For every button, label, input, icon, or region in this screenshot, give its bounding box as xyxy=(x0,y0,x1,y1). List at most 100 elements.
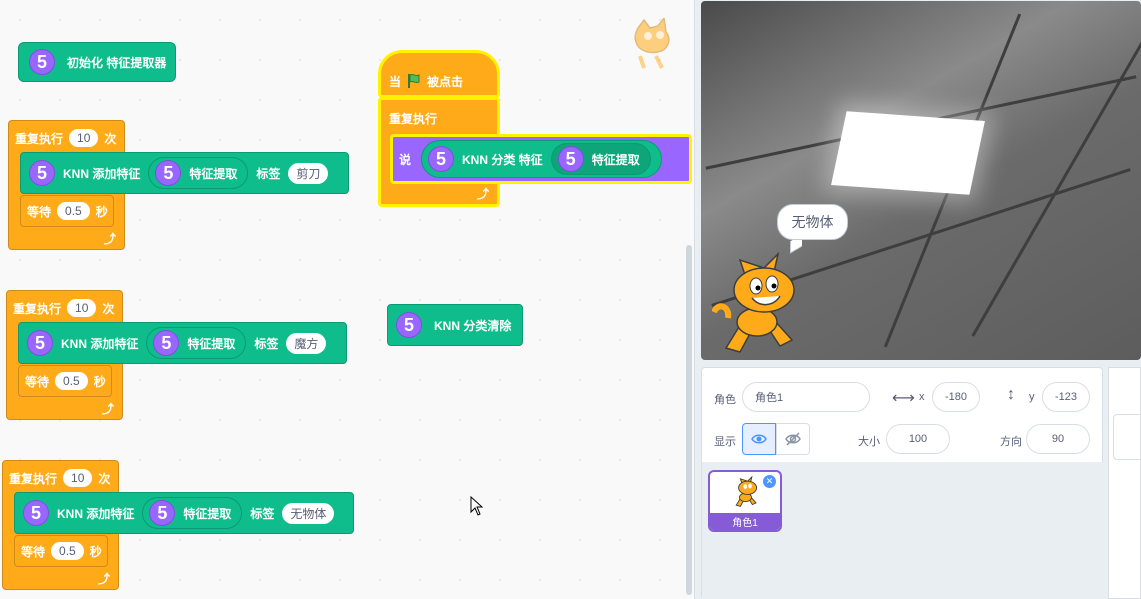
size-label: 大小 xyxy=(858,436,880,448)
clicked-label: 被点击 xyxy=(427,74,464,89)
loop-arrow-icon: ⤴ xyxy=(101,402,114,416)
seconds-label: 秒 xyxy=(89,544,102,559)
sprite-info-pane: 角色 角色1 ⟷ x -180 ↕ y -123 显示 大小 100 方向 90 xyxy=(701,367,1104,599)
speech-bubble: 无物体 xyxy=(777,204,848,240)
when-label: 当 xyxy=(389,74,402,89)
cat-head-icon xyxy=(634,18,670,69)
wait-label: 等待 xyxy=(27,204,52,219)
feature-label: 特征提取 xyxy=(189,166,238,181)
repeat-label: 重复执行 xyxy=(9,471,58,486)
forever-label: 重复执行 xyxy=(389,112,438,126)
ceiling-light xyxy=(831,111,985,195)
feature-extract-reporter[interactable]: 5 特征提取 xyxy=(146,327,247,359)
code-scrollbar[interactable] xyxy=(686,245,692,595)
stage-target-pane[interactable] xyxy=(1108,367,1141,599)
feature-extract-reporter[interactable]: 5 特征提取 xyxy=(148,157,249,189)
extension-badge: 5 xyxy=(27,330,53,356)
extension-badge: 5 xyxy=(29,160,55,186)
wait-label: 等待 xyxy=(25,374,50,389)
wait-seconds-input[interactable]: 0.5 xyxy=(55,372,88,390)
scratch-cat-sprite[interactable] xyxy=(712,252,812,356)
repeat-count-input[interactable]: 10 xyxy=(67,299,97,317)
stage-backdrop-thumbnail[interactable] xyxy=(1113,414,1141,460)
sprite-thumbnail[interactable]: ✕ 角色1 xyxy=(708,470,782,532)
sprite-list: ✕ 角色1 xyxy=(702,462,1104,599)
extension-badge: 5 xyxy=(396,312,422,338)
block-label: KNN 分类清除 xyxy=(434,318,512,333)
sprite-thumbnail-name: 角色1 xyxy=(710,513,780,530)
speech-text: 无物体 xyxy=(791,214,834,230)
repeat-label: 重复执行 xyxy=(13,301,62,316)
direction-input[interactable]: 90 xyxy=(1026,424,1090,454)
feature-extract-reporter[interactable]: 5 特征提取 xyxy=(142,497,243,529)
code-area[interactable]: 5 初始化 特征提取器 重复执行 10 次 ⤴ 5 KNN 添加特征 5 特征提… xyxy=(0,0,695,599)
show-label: 显示 xyxy=(714,436,736,448)
direction-label: 方向 xyxy=(1000,436,1022,448)
tag-input[interactable]: 魔方 xyxy=(286,332,327,354)
tag-input[interactable]: 剪刀 xyxy=(288,162,329,184)
wait-seconds-input[interactable]: 0.5 xyxy=(51,542,84,560)
loop-arrow-icon: ⤴ xyxy=(476,187,489,201)
tag-label: 标签 xyxy=(254,336,279,351)
knn-clear-block[interactable]: 5 KNN 分类清除 xyxy=(387,304,523,346)
size-input[interactable]: 100 xyxy=(886,424,950,454)
when-flag-clicked-hat-block[interactable]: 当 被点击 xyxy=(378,50,500,98)
extension-badge: 5 xyxy=(29,49,55,75)
extension-badge: 5 xyxy=(153,330,180,356)
knn-add-feature-block[interactable]: 5 KNN 添加特征 5 特征提取 标签 无物体 xyxy=(14,492,354,534)
x-value: -180 xyxy=(944,391,968,403)
loop-arrow-icon: ⤴ xyxy=(103,232,116,246)
feature-label: 特征提取 xyxy=(591,152,640,167)
sprite-info-row-1: 角色 角色1 ⟷ x -180 ↕ y -123 xyxy=(702,376,1104,420)
repeat-count-input[interactable]: 10 xyxy=(63,469,93,487)
seconds-label: 秒 xyxy=(93,374,106,389)
knn-add-feature-block[interactable]: 5 KNN 添加特征 5 特征提取 标签 魔方 xyxy=(18,322,347,364)
tag-label: 标签 xyxy=(256,166,281,181)
say-block[interactable]: 说 5 KNN 分类 特征 5 特征提取 xyxy=(390,134,692,184)
vertical-arrows-icon: ↕ xyxy=(1007,386,1015,403)
x-input[interactable]: -180 xyxy=(932,382,980,412)
cursor-icon xyxy=(470,496,484,516)
extension-badge: 5 xyxy=(23,500,49,526)
wait-block[interactable]: 等待 0.5 秒 xyxy=(20,195,114,227)
init-feature-extractor-block[interactable]: 5 初始化 特征提取器 xyxy=(18,42,176,82)
y-value: -123 xyxy=(1054,391,1078,403)
wait-seconds-input[interactable]: 0.5 xyxy=(57,202,90,220)
wait-block[interactable]: 等待 0.5 秒 xyxy=(18,365,112,397)
loop-arrow-icon: ⤴ xyxy=(97,572,110,586)
hide-sprite-button[interactable] xyxy=(776,423,810,455)
y-input[interactable]: -123 xyxy=(1042,382,1090,412)
horizontal-arrows-icon: ⟷ xyxy=(892,390,915,407)
extension-badge: 5 xyxy=(155,160,182,186)
feature-extract-reporter[interactable]: 5 特征提取 xyxy=(550,143,651,175)
wait-block[interactable]: 等待 0.5 秒 xyxy=(14,535,108,567)
extension-badge: 5 xyxy=(428,146,455,172)
wait-label: 等待 xyxy=(21,544,46,559)
delete-icon[interactable]: ✕ xyxy=(763,475,776,488)
x-label: x xyxy=(919,391,925,403)
knn-add-feature-block[interactable]: 5 KNN 添加特征 5 特征提取 标签 剪刀 xyxy=(20,152,349,194)
knn-add-label: KNN 添加特征 xyxy=(63,166,141,181)
knn-add-label: KNN 添加特征 xyxy=(61,336,139,351)
knn-classify-reporter[interactable]: 5 KNN 分类 特征 5 特征提取 xyxy=(421,140,662,178)
sprite-name-input[interactable]: 角色1 xyxy=(742,382,870,412)
direction-value: 90 xyxy=(1051,433,1065,445)
classify-label: KNN 分类 特征 xyxy=(462,152,543,167)
tag-label: 标签 xyxy=(250,506,275,521)
sprite-info-row-2: 显示 大小 100 方向 90 xyxy=(702,418,1104,462)
size-value: 100 xyxy=(908,433,928,445)
repeat-count-input[interactable]: 10 xyxy=(69,129,99,147)
knn-add-label: KNN 添加特征 xyxy=(57,506,135,521)
eye-off-icon xyxy=(785,432,801,446)
eye-icon xyxy=(751,434,767,444)
green-flag-icon xyxy=(408,73,420,88)
seconds-label: 秒 xyxy=(95,204,108,219)
extension-badge: 5 xyxy=(557,146,584,172)
tag-input[interactable]: 无物体 xyxy=(282,502,335,524)
times-label: 次 xyxy=(102,301,115,316)
show-sprite-button[interactable] xyxy=(742,423,776,455)
times-label: 次 xyxy=(98,471,111,486)
times-label: 次 xyxy=(104,131,117,146)
feature-label: 特征提取 xyxy=(183,506,232,521)
say-label: 说 xyxy=(399,152,412,167)
